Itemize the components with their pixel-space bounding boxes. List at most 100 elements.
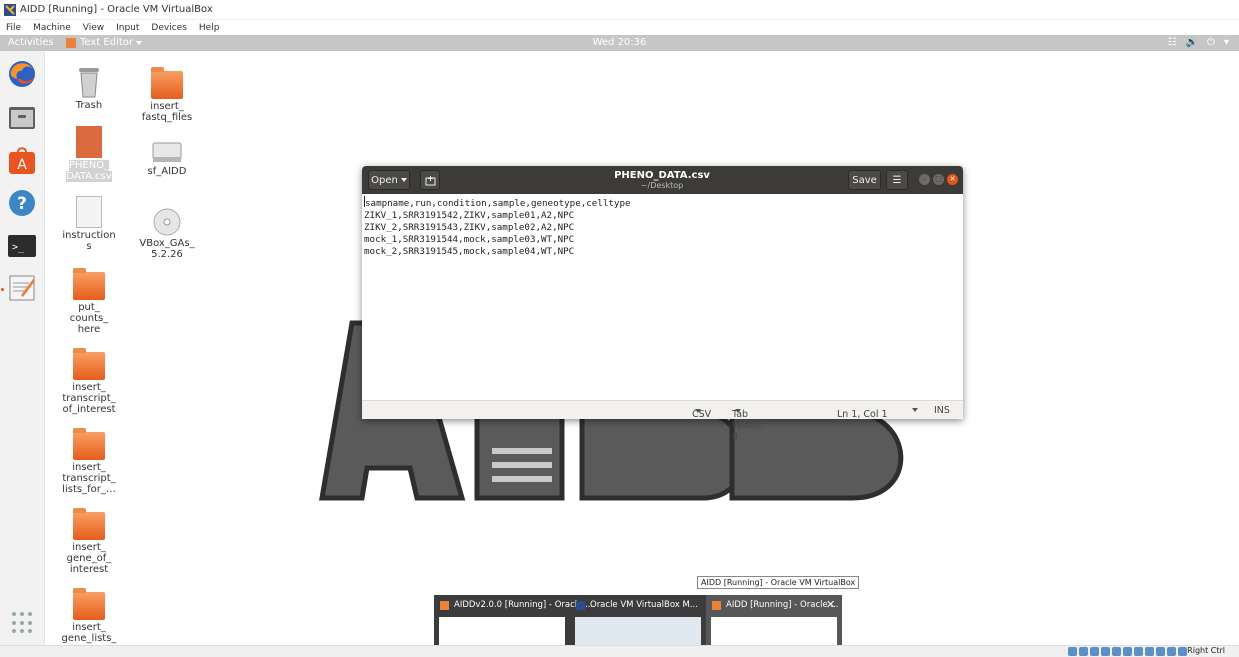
trash-icon xyxy=(79,68,99,98)
network-icon: ☷ xyxy=(1167,37,1177,48)
menu-file[interactable]: File xyxy=(6,23,21,33)
usb-icon xyxy=(1112,647,1121,656)
video-capture-icon xyxy=(1145,647,1154,656)
mouse-integration-icon xyxy=(1167,647,1176,656)
menu-view[interactable]: View xyxy=(83,23,104,33)
close-icon[interactable]: ✕ xyxy=(826,598,835,611)
chevron-down-icon xyxy=(735,409,741,413)
menu-machine[interactable]: Machine xyxy=(33,23,71,33)
folder-icon xyxy=(73,268,105,300)
text-line: mock_1,SRR3191544,mock,sample03,WT,NPC xyxy=(364,234,575,245)
document-path: ~/Desktop xyxy=(640,181,684,190)
new-tab-button[interactable] xyxy=(420,170,440,190)
show-applications-icon[interactable] xyxy=(12,612,34,634)
text-line: ZIKV_2,SRR3191543,ZIKV,sample02,A2,NPC xyxy=(364,222,575,233)
files-icon[interactable] xyxy=(7,103,37,133)
ubuntu-top-bar: Activities Text Editor Wed 20:36 ☷ 🔊 ⏻ ▾ xyxy=(0,35,1239,51)
tab-width-label: Tab Width: 8 xyxy=(732,409,763,442)
desktop-icon-label: insert_ transcript_ lists_for_… xyxy=(62,462,116,495)
save-button-label: Save xyxy=(852,174,877,186)
desktop-icon-label: VBox_GAs_ 5.2.26 xyxy=(139,238,195,260)
firefox-icon[interactable] xyxy=(7,59,37,89)
hamburger-icon: ☰ xyxy=(892,174,902,186)
desktop-icon-label: PHENO_ DATA.csv xyxy=(66,160,112,182)
chevron-down-icon: ▾ xyxy=(1223,37,1229,48)
open-button[interactable]: Open xyxy=(368,170,410,190)
chevron-down-icon xyxy=(695,409,701,413)
csv-file-icon xyxy=(76,126,102,158)
terminal-icon[interactable]: >_ xyxy=(7,231,37,261)
cpu-icon xyxy=(1156,647,1165,656)
virtualbox-menu-bar: File Machine View Input Devices Help xyxy=(0,20,1239,35)
clock[interactable]: Wed 20:36 xyxy=(0,37,1239,48)
hard-disk-icon xyxy=(1068,647,1077,656)
preview-title: AIDD [Running] - Oracle ... xyxy=(726,600,839,610)
folder-icon xyxy=(151,67,183,99)
virtualbox-manager-icon xyxy=(576,601,585,610)
menu-help[interactable]: Help xyxy=(199,23,220,33)
close-icon[interactable]: ✕ xyxy=(947,174,958,185)
shared-folders-icon xyxy=(1123,647,1132,656)
taskbar-tooltip: AIDD [Running] - Oracle VM VirtualBox xyxy=(697,576,860,589)
text-editor-icon[interactable] xyxy=(7,273,37,303)
desktop-icon-label: insert_ gene_lists_ xyxy=(61,622,117,644)
host-key-label: Right Ctrl xyxy=(1187,646,1225,655)
folder-icon xyxy=(73,588,105,620)
volume-icon: 🔊 xyxy=(1185,37,1199,48)
dock: A ? >_ xyxy=(0,51,45,645)
text-line: ZIKV_1,SRR3191542,ZIKV,sample01,A2,NPC xyxy=(364,210,575,221)
desktop-icon-label: insert_ fastq_files xyxy=(141,101,193,123)
open-button-label: Open xyxy=(371,174,398,186)
desktop-icon-instructions[interactable]: instruction s xyxy=(59,196,119,252)
document-title: PHENO_DATA.csv xyxy=(614,170,710,181)
virtualbox-title-bar: AIDD [Running] - Oracle VM VirtualBox xyxy=(0,0,1239,20)
desktop-icon-pheno-data-csv[interactable]: PHENO_ DATA.csv xyxy=(59,126,119,182)
help-icon[interactable]: ? xyxy=(7,188,37,218)
folder-icon xyxy=(73,428,105,460)
desktop-icon-sf-aidd[interactable]: sf_AIDD xyxy=(137,140,197,177)
hamburger-menu-button[interactable]: ☰ xyxy=(886,170,908,190)
menu-input[interactable]: Input xyxy=(116,23,139,33)
cursor-position-label: Ln 1, Col 1 xyxy=(837,409,888,420)
software-center-icon[interactable]: A xyxy=(7,146,37,176)
maximize-icon[interactable]: □ xyxy=(933,174,944,185)
svg-text:A: A xyxy=(17,157,27,173)
disc-icon xyxy=(153,208,181,236)
folder-icon xyxy=(73,508,105,540)
desktop-icon-label: insert_ transcript_ of_interest xyxy=(62,382,116,415)
desktop-icon-insert-fastq-files[interactable]: insert_ fastq_files xyxy=(137,67,197,123)
svg-text:>_: >_ xyxy=(12,242,25,253)
desktop-icon-insert-transcript-lists[interactable]: insert_ transcript_ lists_for_… xyxy=(59,428,119,495)
running-indicator xyxy=(1,288,4,291)
desktop-icon-insert-gene-lists[interactable]: insert_ gene_lists_ xyxy=(59,588,119,644)
window-title: AIDD [Running] - Oracle VM VirtualBox xyxy=(20,4,213,15)
save-button[interactable]: Save xyxy=(848,170,881,190)
desktop-icon-insert-transcript-of-interest[interactable]: insert_ transcript_ of_interest xyxy=(59,348,119,415)
virtualbox-status-bar: Right Ctrl xyxy=(0,645,1239,657)
preview-title: Oracle VM VirtualBox M... xyxy=(590,600,698,610)
insert-mode-indicator[interactable]: INS xyxy=(934,405,950,416)
desktop-icon-label: Trash xyxy=(75,100,103,111)
desktop-icon-insert-gene-of-interest[interactable]: insert_ gene_of_ interest xyxy=(59,508,119,575)
editor-status-bar: CSV Tab Width: 8 Ln 1, Col 1 INS xyxy=(362,400,963,442)
desktop-icon-label: instruction s xyxy=(62,230,116,252)
chevron-down-icon xyxy=(912,408,918,412)
menu-devices[interactable]: Devices xyxy=(151,23,186,33)
desktop-icon-vbox-gas[interactable]: VBox_GAs_ 5.2.26 xyxy=(137,208,197,260)
device-status-icons[interactable] xyxy=(1068,647,1187,656)
desktop-icon-put-counts-here[interactable]: put_ counts_ here xyxy=(59,268,119,335)
desktop-icon-label: insert_ gene_of_ interest xyxy=(66,542,112,575)
text-area[interactable]: sampname,run,condition,sample,geneotype,… xyxy=(362,194,963,400)
desktop-icon-label: put_ counts_ here xyxy=(69,302,109,335)
virtualbox-icon xyxy=(440,601,449,610)
audio-icon xyxy=(1090,647,1099,656)
display-icon xyxy=(1134,647,1143,656)
keyboard-icon xyxy=(1178,647,1187,656)
text-file-icon xyxy=(76,196,102,228)
system-status-area[interactable]: ☷ 🔊 ⏻ ▾ xyxy=(1168,37,1229,48)
desktop-icon-label: sf_AIDD xyxy=(147,166,187,177)
minimize-icon[interactable]: – xyxy=(919,174,930,185)
svg-text:?: ? xyxy=(17,194,27,214)
text-line: sampname,run,condition,sample,geneotype,… xyxy=(365,198,631,209)
desktop-icon-trash[interactable]: Trash xyxy=(59,66,119,111)
